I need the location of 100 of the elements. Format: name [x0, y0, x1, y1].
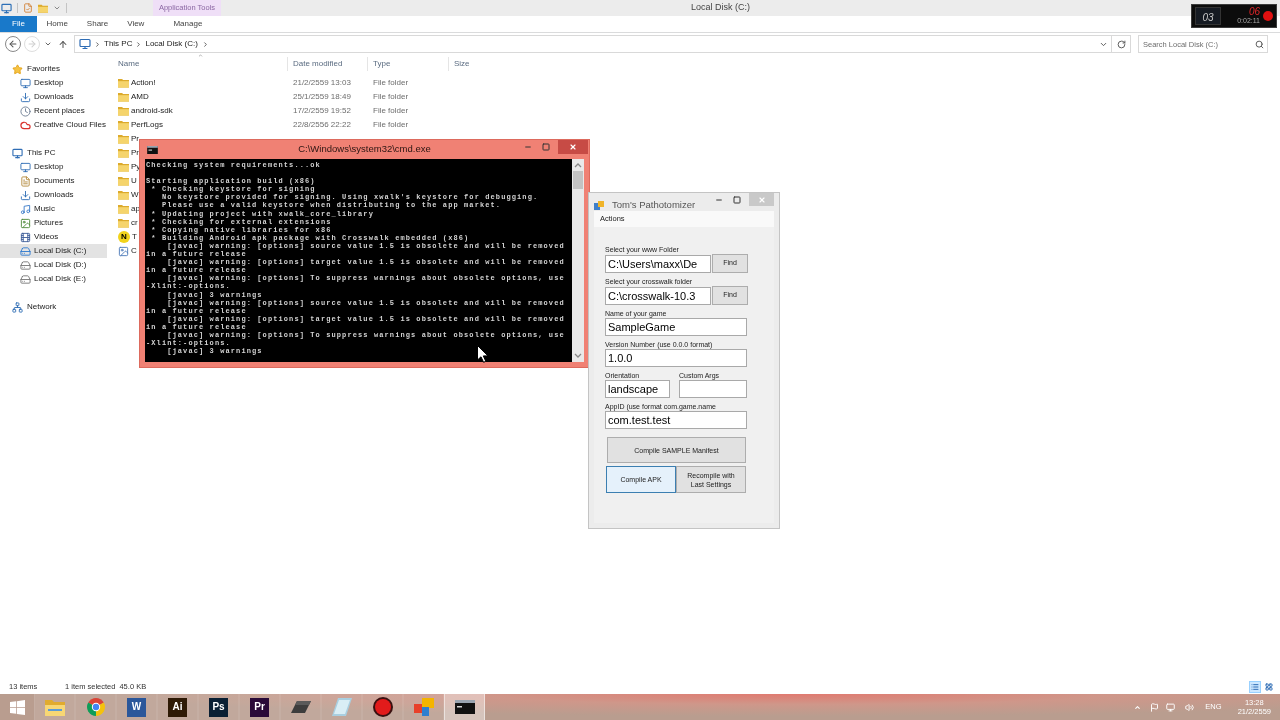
- ribbon-tab[interactable]: Home: [37, 16, 78, 32]
- record-icon: [372, 697, 393, 717]
- text-field[interactable]: C:\Users\maxx\De: [605, 254, 711, 273]
- nav-item[interactable]: Downloads: [0, 90, 107, 104]
- monitor-icon[interactable]: [1166, 702, 1176, 712]
- nav-item[interactable]: Desktop: [0, 76, 107, 90]
- scrollbar[interactable]: [572, 159, 584, 362]
- image-file-icon: [118, 245, 129, 257]
- hard-drive-icon: [20, 259, 31, 271]
- text-field[interactable]: C:\crosswalk-10.3: [605, 286, 711, 305]
- slanted-block-icon: [290, 701, 311, 713]
- document-check-icon[interactable]: [23, 3, 33, 13]
- nav-item[interactable]: Local Disk (E:): [0, 272, 107, 286]
- file-name[interactable]: U: [131, 175, 137, 187]
- nav-item[interactable]: Desktop: [0, 160, 107, 174]
- taskbar-button[interactable]: W: [116, 694, 157, 720]
- folder-icon: [118, 92, 129, 102]
- folder-icon: [118, 176, 129, 186]
- nav-item[interactable]: Documents: [0, 174, 107, 188]
- chevron-right-icon[interactable]: [135, 40, 143, 48]
- flag-icon[interactable]: [1150, 702, 1160, 712]
- breadcrumb[interactable]: Local Disk (C:): [145, 38, 198, 50]
- type-cell: File folder: [373, 92, 409, 101]
- download-icon: [20, 91, 31, 103]
- nav-item[interactable]: Downloads: [0, 188, 107, 202]
- nav-item[interactable]: Local Disk (D:): [0, 258, 107, 272]
- column-header[interactable]: Type: [367, 57, 448, 71]
- picture-icon: [20, 217, 31, 229]
- speaker-icon[interactable]: [1185, 702, 1195, 712]
- fps-reading: 06: [1248, 7, 1260, 17]
- file-name[interactable]: W: [131, 189, 139, 201]
- taskbar-button[interactable]: Ai: [157, 694, 198, 720]
- view-toggle[interactable]: [1263, 681, 1275, 693]
- ribbon-tab[interactable]: Manage: [153, 16, 222, 32]
- overlapping-squares-icon: [594, 200, 604, 210]
- column-header[interactable]: Size: [448, 57, 500, 71]
- file-name[interactable]: cr: [131, 217, 138, 229]
- icons-view-icon: [1265, 683, 1273, 691]
- breadcrumb[interactable]: This PC: [104, 38, 133, 50]
- file-name[interactable]: Pr: [131, 147, 139, 159]
- nav-item[interactable]: Local Disk (C:): [0, 244, 107, 258]
- up-arrow-icon[interactable]: [58, 38, 68, 50]
- folder-icon: [44, 698, 65, 716]
- text-field[interactable]: [679, 380, 747, 398]
- date-cell: 21/2/2559 13:03: [293, 78, 351, 87]
- address-bar[interactable]: This PC Local Disk (C:): [74, 35, 1112, 53]
- file-name[interactable]: Action!: [131, 77, 156, 89]
- ribbon-tab[interactable]: Share: [77, 16, 118, 32]
- column-header[interactable]: Name: [118, 57, 287, 71]
- nav-item[interactable]: Pictures: [0, 216, 107, 230]
- close-button[interactable]: [749, 193, 774, 206]
- taskbar-button[interactable]: [444, 694, 485, 720]
- file-name[interactable]: T: [132, 231, 137, 243]
- monitor-icon: [20, 77, 31, 89]
- window-title: C:\Windows\system32\cmd.exe: [298, 142, 431, 157]
- refresh-button[interactable]: [1112, 35, 1131, 53]
- taskbar-button[interactable]: Pr: [239, 694, 280, 720]
- folder-icon: [118, 190, 129, 200]
- date-cell: 17/2/2559 19:52: [293, 106, 351, 115]
- nav-item[interactable]: Videos: [0, 230, 107, 244]
- file-name[interactable]: PerfLogs: [131, 119, 164, 131]
- chevron-right-icon[interactable]: [94, 40, 101, 48]
- view-toggle[interactable]: [1249, 681, 1261, 693]
- taskbar-button[interactable]: Ps: [198, 694, 239, 720]
- nav-item[interactable]: Network: [0, 300, 107, 314]
- chevron-up-icon[interactable]: [1134, 703, 1142, 711]
- text-field[interactable]: SampleGame: [605, 318, 747, 336]
- chevron-down-icon[interactable]: [53, 4, 61, 12]
- type-cell: File folder: [373, 120, 409, 129]
- taskbar-button[interactable]: [362, 694, 403, 720]
- window-title: Tom's Pathotomizer: [612, 198, 696, 212]
- folder-icon: [118, 218, 129, 228]
- chevron-down-icon[interactable]: [44, 40, 52, 48]
- monitor-icon: [79, 38, 91, 50]
- file-name[interactable]: AMD: [131, 91, 149, 103]
- nav-item[interactable]: Favorites: [0, 62, 107, 76]
- overlay-counter: 03: [1202, 13, 1214, 23]
- folder-icon: [118, 134, 129, 144]
- folder-icon: [118, 162, 129, 172]
- hard-drive-icon: [20, 245, 31, 257]
- column-header[interactable]: Date modified: [287, 57, 367, 71]
- colored-squares-icon: [413, 698, 434, 716]
- text-field[interactable]: com.test.test: [605, 411, 747, 429]
- text-field[interactable]: landscape: [605, 380, 670, 398]
- refresh-icon: [1116, 39, 1126, 49]
- text-field[interactable]: 1.0.0: [605, 349, 747, 367]
- ribbon-tab[interactable]: View: [117, 16, 154, 32]
- folder-icon[interactable]: [38, 3, 48, 13]
- close-button[interactable]: [558, 140, 588, 154]
- chevron-right-icon[interactable]: [201, 40, 209, 48]
- file-name[interactable]: Pr: [131, 133, 139, 145]
- file-name[interactable]: android-sdk: [131, 105, 173, 117]
- file-name[interactable]: C: [131, 245, 137, 257]
- nav-item[interactable]: Music: [0, 202, 107, 216]
- nav-item[interactable]: This PC: [0, 146, 107, 160]
- maximize-icon: [733, 195, 741, 204]
- music-note-icon: [20, 203, 31, 215]
- folder-icon: [118, 78, 129, 88]
- nav-item[interactable]: Recent places: [0, 104, 107, 118]
- nav-item[interactable]: Creative Cloud Files: [0, 118, 107, 132]
